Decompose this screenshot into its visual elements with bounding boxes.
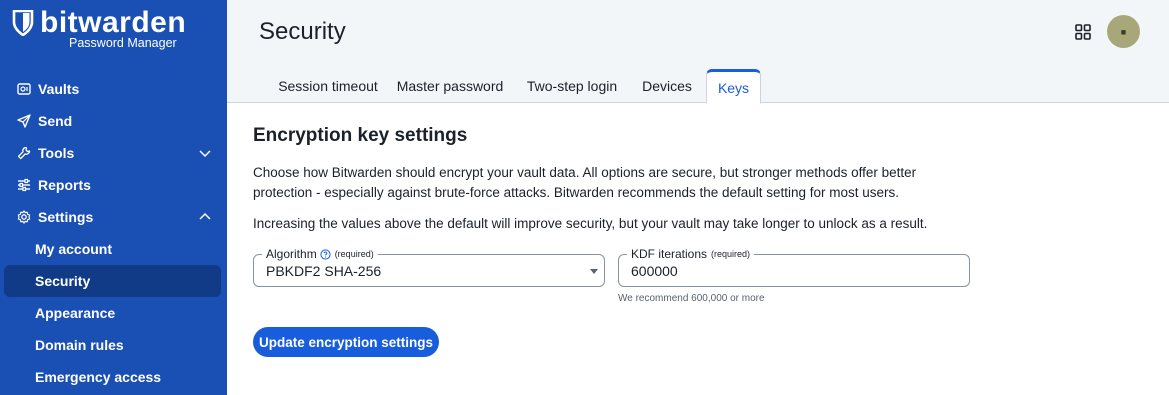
- page-title: Security: [259, 18, 346, 45]
- update-encryption-settings-button[interactable]: Update encryption settings: [253, 327, 439, 357]
- security-note: Increasing the values above the default …: [253, 216, 928, 231]
- sidebar-item-label: Settings: [38, 209, 94, 225]
- required-marker: (required): [711, 249, 751, 259]
- description-line-1: Choose how Bitwarden should encrypt your…: [253, 165, 917, 180]
- grid-icon: [1075, 24, 1091, 40]
- sidebar-item-settings[interactable]: Settings: [0, 201, 227, 233]
- sidebar-item-appearance[interactable]: Appearance: [4, 297, 221, 329]
- algorithm-value: PBKDF2 SHA-256: [266, 263, 382, 279]
- product-switcher-button[interactable]: [1074, 23, 1092, 41]
- sidebar-item-label: Send: [38, 113, 73, 129]
- sidebar-item-security[interactable]: Security: [4, 265, 221, 297]
- wrench-icon: [16, 145, 32, 161]
- caret-down-icon: [590, 269, 598, 274]
- brand-name: bitwarden: [40, 6, 187, 39]
- algorithm-label: Algorithm (required): [262, 247, 378, 261]
- sidebar-item-label: Vaults: [38, 81, 80, 97]
- chevron-down-icon: [199, 150, 211, 158]
- shield-logo-icon: [12, 10, 34, 36]
- required-marker: (required): [334, 249, 374, 259]
- algorithm-select[interactable]: Algorithm (required) PBKDF2 SHA-256: [253, 247, 605, 287]
- chevron-up-icon: [199, 212, 211, 220]
- kdf-iterations-hint: We recommend 600,000 or more: [618, 293, 765, 304]
- sidebar-item-emergency-access[interactable]: Emergency access: [4, 361, 221, 393]
- brand-subtitle: Password Manager: [69, 36, 177, 50]
- send-icon: [16, 113, 32, 129]
- kdf-iterations-value: 600000: [631, 263, 678, 279]
- tab-devices[interactable]: Devices: [632, 69, 702, 103]
- tab-bar: Session timeout Master password Two-step…: [227, 69, 1169, 104]
- vault-icon: [16, 81, 32, 97]
- sidebar-item-tools[interactable]: Tools: [0, 137, 227, 169]
- sidebar-item-domain-rules[interactable]: Domain rules: [4, 329, 221, 361]
- kdf-iterations-label-text: KDF iterations: [631, 247, 708, 261]
- tab-two-step-login[interactable]: Two-step login: [517, 69, 627, 103]
- algorithm-label-text: Algorithm: [266, 247, 317, 261]
- kdf-iterations-field[interactable]: KDF iterations (required) 600000: [618, 247, 970, 287]
- tab-master-password[interactable]: Master password: [385, 69, 515, 103]
- sidebar-item-reports[interactable]: Reports: [0, 169, 227, 201]
- sidebar-item-vaults[interactable]: Vaults: [0, 73, 227, 105]
- sidebar: bitwarden Password Manager Vaults Send T…: [0, 0, 227, 395]
- avatar-initials: ■: [1120, 26, 1127, 37]
- gear-icon: [16, 209, 32, 225]
- sidebar-item-send[interactable]: Send: [0, 105, 227, 137]
- sidebar-item-my-account[interactable]: My account: [4, 233, 221, 265]
- sidebar-item-label: Reports: [38, 177, 91, 193]
- help-icon[interactable]: [320, 248, 331, 260]
- description-line-2: protection - especially against brute-fo…: [253, 185, 900, 200]
- sidebar-item-label: Tools: [38, 145, 75, 161]
- tab-keys[interactable]: Keys: [706, 69, 761, 104]
- sliders-icon: [16, 177, 32, 193]
- avatar[interactable]: ■: [1107, 15, 1140, 48]
- tab-session-timeout[interactable]: Session timeout: [253, 69, 403, 103]
- kdf-iterations-label: KDF iterations (required): [627, 247, 755, 261]
- section-title: Encryption key settings: [253, 125, 468, 146]
